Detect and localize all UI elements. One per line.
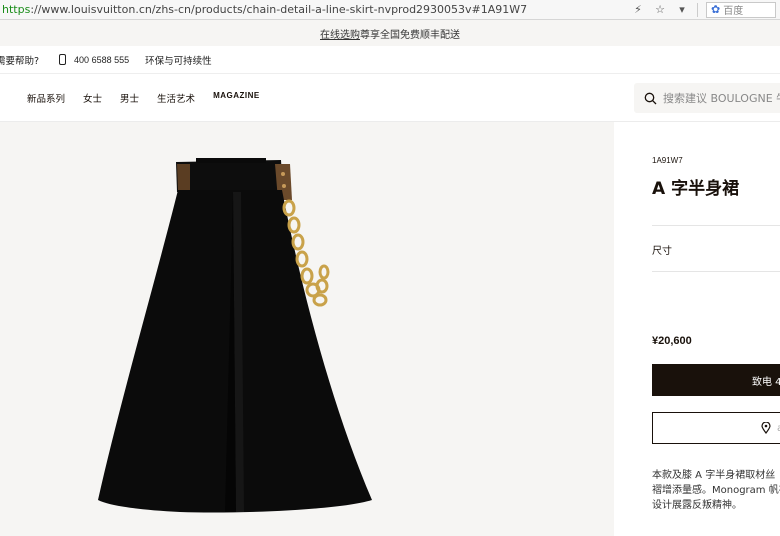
main-nav: 新品系列 女士 男士 生活艺术 MAGAZINE 搜索建议 BOULOGNE 牛 bbox=[0, 74, 780, 122]
nav-item-new[interactable]: 新品系列 bbox=[27, 91, 65, 105]
search-icon bbox=[644, 92, 657, 104]
divider bbox=[652, 271, 780, 272]
find-in-store-button[interactable]: a bbox=[652, 412, 780, 444]
product-info-panel: 1A91W7 A 字半身裙 尺寸 ¥20,600 致电 4 a 本款及膝 A 字… bbox=[614, 122, 780, 536]
phone-link[interactable]: 400 6588 555 bbox=[55, 54, 129, 65]
description-line: 设计展露反叛精神。 bbox=[652, 500, 742, 511]
shop-online-link[interactable]: 在线选购 bbox=[320, 26, 360, 41]
sustainability-link[interactable]: 环保与可持续性 bbox=[145, 53, 212, 67]
nav-item-magazine[interactable]: MAGAZINE bbox=[213, 91, 260, 105]
url-path: ://www.louisvuitton.cn/zhs-cn/products/c… bbox=[30, 3, 528, 16]
promo-text: 尊享全国免费顺丰配送 bbox=[360, 29, 460, 41]
size-selector[interactable]: 尺寸 bbox=[652, 242, 672, 257]
divider bbox=[652, 225, 780, 226]
skirt-image[interactable] bbox=[0, 122, 614, 536]
url-scheme: https bbox=[2, 3, 31, 16]
search-engine-box[interactable]: ✿ 百度 bbox=[706, 1, 776, 18]
product-description: 本款及膝 A 字半身裙取材丝 褶增添量感。Monogram 帆布 设计展露反叛精… bbox=[652, 468, 780, 528]
url-field[interactable]: https://www.louisvuitton.cn/zhs-cn/produ… bbox=[0, 3, 631, 16]
search-engine-label: 百度 bbox=[723, 6, 744, 17]
browser-address-bar: https://www.louisvuitton.cn/zhs-cn/produ… bbox=[0, 0, 780, 20]
nav-item-men[interactable]: 男士 bbox=[120, 91, 139, 105]
nav-item-art-of-living[interactable]: 生活艺术 bbox=[157, 91, 195, 105]
search-placeholder: 搜索建议 BOULOGNE 牛 bbox=[663, 92, 780, 105]
chevron-down-icon[interactable]: ▾ bbox=[675, 3, 689, 16]
product-price: ¥20,600 bbox=[652, 335, 692, 347]
description-line: 褶增添量感。Monogram 帆布 bbox=[652, 485, 780, 496]
product-image-panel bbox=[0, 122, 614, 536]
phone-icon bbox=[59, 54, 67, 65]
nav-item-women[interactable]: 女士 bbox=[83, 91, 102, 105]
call-button[interactable]: 致电 4 bbox=[652, 364, 780, 396]
product-sku: 1A91W7 bbox=[652, 156, 683, 165]
baidu-paw-icon: ✿ bbox=[711, 3, 721, 16]
help-link[interactable]: 需要帮助? bbox=[0, 53, 39, 67]
product-title: A 字半身裙 bbox=[652, 179, 740, 199]
star-icon[interactable]: ☆ bbox=[653, 3, 667, 16]
lightning-icon[interactable]: ⚡ bbox=[631, 3, 645, 16]
phone-number: 400 6588 555 bbox=[74, 54, 130, 65]
search-input[interactable]: 搜索建议 BOULOGNE 牛 bbox=[634, 83, 780, 113]
location-pin-icon bbox=[761, 422, 771, 434]
promo-bar: 在线选购 尊享全国免费顺丰配送 bbox=[0, 20, 780, 46]
description-line: 本款及膝 A 字半身裙取材丝 bbox=[652, 470, 776, 481]
toolbar-divider bbox=[697, 2, 698, 17]
utility-bar: 需要帮助? 400 6588 555 环保与可持续性 bbox=[0, 46, 780, 74]
